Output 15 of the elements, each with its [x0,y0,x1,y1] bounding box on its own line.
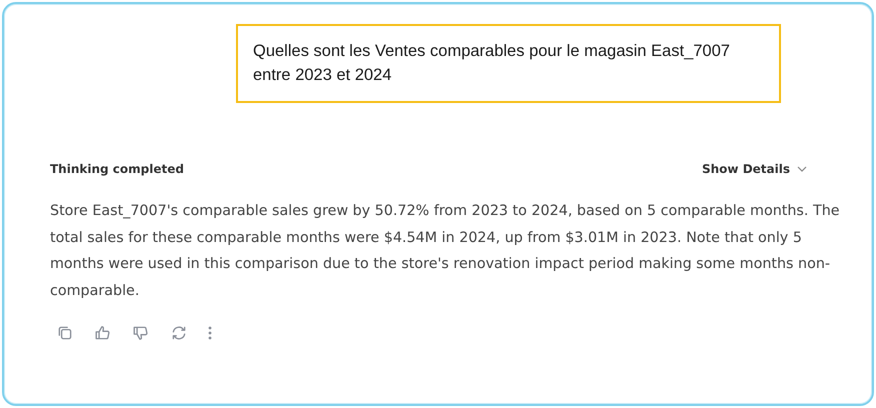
thumbs-up-icon [94,324,112,342]
chevron-icon [796,165,808,173]
more-button[interactable] [208,324,212,342]
thumbs-down-button[interactable] [132,324,150,342]
status-label: Thinking completed [50,162,184,176]
answer-text: Store East_7007's comparable sales grew by 50.72% from 2023 to 2024, based on 5 comparable months. The total sales for these comparable months were $4.54M in 2024, up from $3.01M in 2023. Note that only 5 months were used in this comparison due to the store's renovation impact period making some months non-comparable. [50,202,841,300]
copy-icon [56,324,74,342]
refresh-button[interactable] [170,324,188,342]
refresh-icon [170,324,188,342]
copy-button[interactable] [56,324,74,342]
thumbs-up-button[interactable] [94,324,112,342]
show-details-button[interactable]: Show Details [702,162,808,176]
thumbs-down-icon [132,324,150,342]
more-icon [208,324,212,342]
question-bubble: Quelles sont les Ventes comparables pour le magasin East_7007 entre 2023 et 2024 [236,24,781,103]
